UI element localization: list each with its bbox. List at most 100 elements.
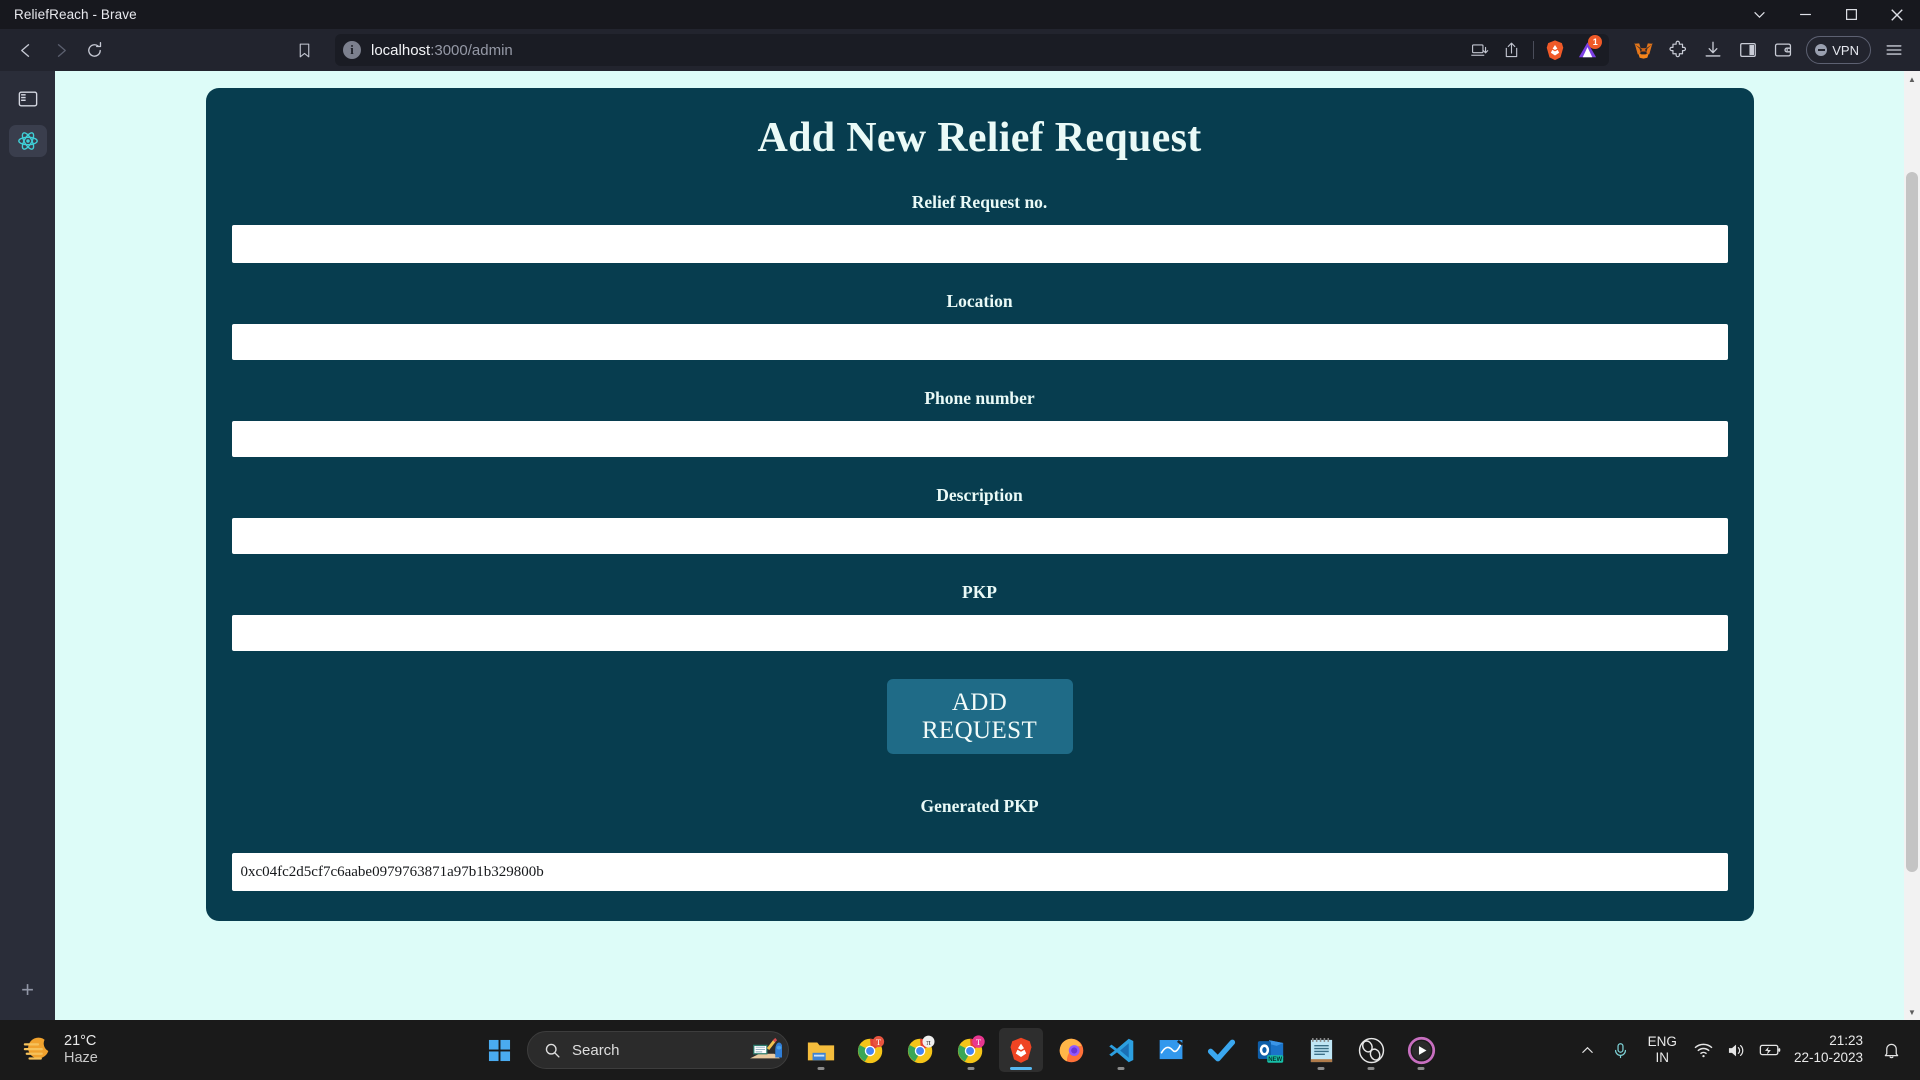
shields-badge-count: 1 xyxy=(1588,35,1603,49)
maximize-icon[interactable] xyxy=(1828,0,1874,29)
weather-temperature: 21°C xyxy=(64,1033,97,1050)
brave-wallet-icon[interactable] xyxy=(1767,34,1799,66)
back-arrow-icon[interactable] xyxy=(10,34,42,66)
vertical-tabs-toggle-icon[interactable] xyxy=(9,83,47,115)
relief-request-card: Add New Relief Request Relief Request no… xyxy=(205,88,1754,921)
save-to-device-icon[interactable] xyxy=(1466,37,1492,63)
field-group-location: Location xyxy=(231,291,1728,360)
taskbar-app-file-explorer-icon[interactable] xyxy=(799,1028,843,1072)
taskbar-search-box[interactable]: Search xyxy=(527,1031,789,1069)
label-generated-pkp: Generated PKP xyxy=(920,796,1039,816)
address-bar[interactable]: i localhost:3000/admin 1 xyxy=(335,34,1610,66)
site-info-icon[interactable]: i xyxy=(343,41,361,59)
close-icon[interactable] xyxy=(1874,0,1920,29)
bookmark-icon[interactable] xyxy=(289,35,319,65)
chevron-up-icon[interactable] xyxy=(1573,1030,1603,1070)
sidebar-toggle-icon[interactable] xyxy=(1732,34,1764,66)
submit-row: ADD REQUEST xyxy=(232,679,1728,754)
notebook-pen-icon xyxy=(750,1037,782,1059)
running-indicator xyxy=(817,1067,825,1070)
weather-widget[interactable]: 21°C Haze xyxy=(0,1033,190,1066)
search-placeholder: Search xyxy=(572,1041,620,1059)
browser-body: + Add New Relief Request Relief Request … xyxy=(0,71,1920,1020)
new-tab-button[interactable]: + xyxy=(12,974,44,1006)
taskbar-app-firefox-icon[interactable] xyxy=(1049,1028,1093,1072)
taskbar-app-brave-icon[interactable] xyxy=(999,1028,1043,1072)
react-logo-icon xyxy=(17,132,38,150)
windows-start-icon[interactable] xyxy=(477,1028,521,1072)
vpn-button[interactable]: VPN xyxy=(1806,36,1871,64)
scrollbar-down-arrow-icon[interactable]: ▼ xyxy=(1904,1004,1920,1020)
taskbar-clock[interactable]: 21:23 22-10-2023 xyxy=(1788,1033,1873,1067)
vpn-label: VPN xyxy=(1832,42,1859,58)
puzzle-extensions-icon[interactable] xyxy=(1662,34,1694,66)
svg-text:T: T xyxy=(876,1037,881,1047)
label-relief-request-no: Relief Request no. xyxy=(911,192,1048,212)
language-line-1: ENG xyxy=(1647,1034,1677,1050)
running-indicator xyxy=(1117,1067,1125,1070)
brave-shields-icon[interactable]: 1 xyxy=(1573,35,1603,63)
label-description: Description xyxy=(936,485,1023,505)
taskbar-app-outlook-new-icon[interactable]: NEW xyxy=(1249,1028,1293,1072)
url-text: localhost:3000/admin xyxy=(371,42,513,59)
vertical-tab-rail: + xyxy=(0,71,55,1020)
forward-arrow-icon[interactable] xyxy=(44,34,76,66)
brave-lion-icon[interactable] xyxy=(1543,38,1567,62)
page-title: Add New Relief Request xyxy=(757,115,1202,161)
hamburger-menu-icon[interactable] xyxy=(1878,34,1910,66)
taskbar-app-media-player-icon[interactable] xyxy=(1399,1028,1443,1072)
running-indicator xyxy=(1417,1067,1425,1070)
sidebar-item-tab-react-app[interactable] xyxy=(8,125,47,157)
haze-moon-icon xyxy=(23,1037,49,1060)
taskbar-app-todoist-check-icon[interactable] xyxy=(1199,1028,1243,1072)
taskbar-app-whiteboard-icon[interactable] xyxy=(1149,1028,1193,1072)
volume-icon[interactable] xyxy=(1722,1030,1752,1070)
active-indicator xyxy=(1010,1067,1032,1070)
label-pkp: PKP xyxy=(962,582,997,602)
downloads-icon[interactable] xyxy=(1697,34,1729,66)
input-location[interactable] xyxy=(231,324,1728,360)
language-line-2: IN xyxy=(1655,1050,1670,1065)
input-phone-number[interactable] xyxy=(231,421,1728,457)
language-indicator[interactable]: ENG IN xyxy=(1639,1034,1686,1065)
taskbar-app-obs-studio-icon[interactable] xyxy=(1349,1028,1393,1072)
battery-charging-icon[interactable] xyxy=(1755,1030,1785,1070)
input-pkp[interactable] xyxy=(231,615,1728,651)
taskbar-app-notepad-icon[interactable] xyxy=(1299,1028,1343,1072)
svg-text:NEW: NEW xyxy=(1268,1057,1282,1063)
scrollbar-track[interactable] xyxy=(1904,87,1920,1004)
taskbar-app-vs-code-icon[interactable] xyxy=(1099,1028,1143,1072)
generated-pkp-value: 0xc04fc2d5cf7c6aabe0979763871a97b1b32980… xyxy=(231,853,1728,891)
scrollbar-up-arrow-icon[interactable]: ▲ xyxy=(1904,71,1920,87)
scrollbar-thumb[interactable] xyxy=(1906,172,1918,872)
window-menu-chevron-icon[interactable] xyxy=(1736,0,1782,29)
taskbar-app-chrome-profile-t-pink-icon[interactable]: T xyxy=(949,1028,993,1072)
field-group-pkp: PKP xyxy=(231,582,1728,651)
reload-icon[interactable] xyxy=(78,34,110,66)
add-request-button[interactable]: ADD REQUEST xyxy=(886,679,1073,754)
toolbar-divider xyxy=(1533,41,1535,59)
bell-icon[interactable] xyxy=(1876,1030,1906,1070)
page-scrollbar[interactable]: ▲ ▼ xyxy=(1904,71,1920,1020)
window-controls xyxy=(1736,0,1920,29)
web-page: Add New Relief Request Relief Request no… xyxy=(55,71,1904,1020)
running-indicator xyxy=(1367,1067,1375,1070)
wifi-icon[interactable] xyxy=(1689,1030,1719,1070)
input-relief-request-no[interactable] xyxy=(231,225,1728,263)
svg-text:π: π xyxy=(926,1037,931,1047)
share-icon[interactable] xyxy=(1498,37,1524,63)
metamask-icon[interactable] xyxy=(1627,34,1659,66)
window-title: ReliefReach - Brave xyxy=(14,7,137,22)
system-tray: ENG IN 21:23 22-10-2023 xyxy=(1573,1030,1920,1070)
microphone-icon[interactable] xyxy=(1606,1030,1636,1070)
address-bar-actions: 1 xyxy=(1456,35,1603,63)
taskbar-app-chrome-profile-t-icon[interactable]: T xyxy=(849,1028,893,1072)
clock-date: 22-10-2023 xyxy=(1793,1050,1863,1065)
field-group-description: Description xyxy=(231,485,1728,554)
web-viewport: Add New Relief Request Relief Request no… xyxy=(55,71,1920,1020)
taskbar-app-chrome-profile-pi-icon[interactable]: π xyxy=(899,1028,943,1072)
weather-text: 21°C Haze xyxy=(64,1033,98,1066)
running-indicator xyxy=(967,1067,975,1070)
input-description[interactable] xyxy=(231,518,1728,554)
minimize-icon[interactable] xyxy=(1782,0,1828,29)
